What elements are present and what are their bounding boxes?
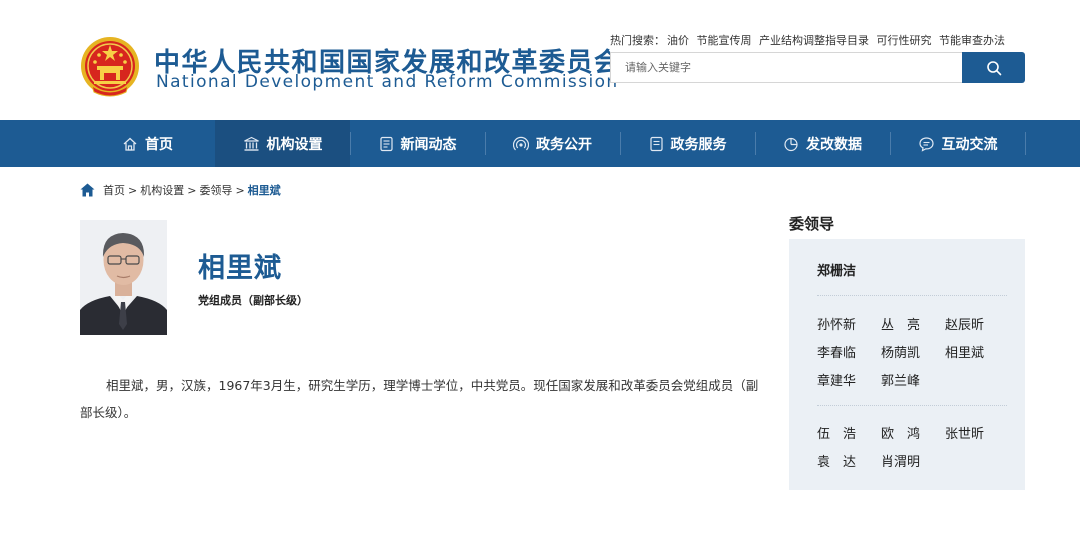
hot-search-bar: 热门搜索： 油价 节能宣传周 产业结构调整指导目录 可行性研究 节能审查办法 xyxy=(610,32,1009,48)
leader-biography: 相里斌，男，汉族，1967年3月生，研究生学历，理学博士学位，中共党员。现任国家… xyxy=(80,378,759,420)
service-icon xyxy=(649,136,663,151)
nav-item-home[interactable]: 首页 xyxy=(80,120,215,167)
breadcrumb-home[interactable]: 首页 xyxy=(103,182,125,198)
leader-link[interactable]: 郭兰峰 xyxy=(881,370,920,389)
breadcrumb-institutions[interactable]: 机构设置 xyxy=(140,182,184,198)
divider xyxy=(817,405,1007,406)
nav-item-data[interactable]: 发改数据 xyxy=(755,120,890,167)
breadcrumb: 首页 > 机构设置 > 委领导 > 相里斌 xyxy=(80,182,281,198)
hot-search-link[interactable]: 产业结构调整指导目录 xyxy=(759,34,869,47)
hot-search-link[interactable]: 可行性研究 xyxy=(877,34,932,47)
leader-link[interactable]: 丛 亮 xyxy=(881,314,920,333)
leader-link[interactable]: 章建华 xyxy=(817,370,856,389)
leader-link[interactable]: 相里斌 xyxy=(945,342,984,361)
hot-search-link[interactable]: 油价 xyxy=(667,34,689,47)
leader-link[interactable]: 孙怀新 xyxy=(817,314,856,333)
home-icon xyxy=(123,137,137,151)
institution-icon xyxy=(243,136,259,151)
national-emblem-icon[interactable] xyxy=(80,36,140,98)
leader-link[interactable]: 杨荫凯 xyxy=(881,342,920,361)
nav-label: 政务服务 xyxy=(670,136,727,153)
site-header: 中华人民共和国国家发展和改革委员会 National Development a… xyxy=(0,0,1080,120)
breadcrumb-separator: > xyxy=(235,183,245,197)
sidebar-heading: 委领导 xyxy=(789,215,835,233)
nav-item-interaction[interactable]: 互动交流 xyxy=(890,120,1025,167)
breadcrumb-current: 相里斌 xyxy=(247,184,281,197)
leader-link[interactable]: 肖渭明 xyxy=(881,451,920,470)
leader-link[interactable]: 袁 达 xyxy=(817,451,856,470)
nav-item-open-government[interactable]: 政务公开 xyxy=(485,120,620,167)
home-icon[interactable] xyxy=(80,183,95,197)
nav-label: 政务公开 xyxy=(536,136,592,153)
divider xyxy=(817,295,1007,296)
nav-item-institutions[interactable]: 机构设置 xyxy=(215,120,350,167)
breadcrumb-separator: > xyxy=(128,183,138,197)
leader-list-panel: 郑栅洁 孙怀新 丛 亮 赵辰昕 李春临 杨荫凯 相里斌 章建华 郭兰峰 伍 浩 … xyxy=(789,239,1025,490)
leader-link[interactable]: 李春临 xyxy=(817,342,856,361)
leader-link[interactable]: 赵辰昕 xyxy=(945,314,984,333)
leader-title: 党组成员（副部长级） xyxy=(198,294,308,307)
nav-label: 机构设置 xyxy=(266,136,323,153)
leader-portrait xyxy=(80,220,167,335)
search-input[interactable] xyxy=(611,53,962,82)
portrait-image xyxy=(80,220,167,335)
leader-link[interactable]: 伍 浩 xyxy=(817,423,856,442)
nav-item-news[interactable]: 新闻动态 xyxy=(350,120,485,167)
broadcast-icon xyxy=(513,136,529,150)
search-button[interactable] xyxy=(962,52,1025,83)
breadcrumb-separator: > xyxy=(187,183,197,197)
leader-name: 相里斌 xyxy=(198,253,282,284)
hot-search-link[interactable]: 节能审查办法 xyxy=(939,34,1005,47)
nav-label: 首页 xyxy=(145,136,173,153)
nav-label: 新闻动态 xyxy=(400,136,457,153)
hot-search-link[interactable]: 节能宣传周 xyxy=(697,34,752,47)
search-box xyxy=(610,52,962,83)
nav-item-services[interactable]: 政务服务 xyxy=(620,120,755,167)
site-title-english[interactable]: National Development and Reform Commissi… xyxy=(156,72,619,92)
main-nav: 首页 机构设置 新闻动态 政务公开 政务服务 发改数据 互动交流 xyxy=(0,120,1080,167)
search-icon xyxy=(986,60,1001,75)
nav-label: 发改数据 xyxy=(806,136,862,153)
hot-search-label: 热门搜索： xyxy=(610,34,665,47)
nav-label: 互动交流 xyxy=(941,136,998,153)
leader-link[interactable]: 张世昕 xyxy=(945,423,984,442)
breadcrumb-leaders[interactable]: 委领导 xyxy=(199,182,232,198)
leader-link[interactable]: 郑栅洁 xyxy=(817,260,856,279)
chat-icon xyxy=(918,136,934,152)
news-icon xyxy=(379,136,393,151)
pie-chart-icon xyxy=(784,137,798,151)
nav-divider xyxy=(1025,132,1026,155)
leader-link[interactable]: 欧 鸿 xyxy=(881,423,920,442)
